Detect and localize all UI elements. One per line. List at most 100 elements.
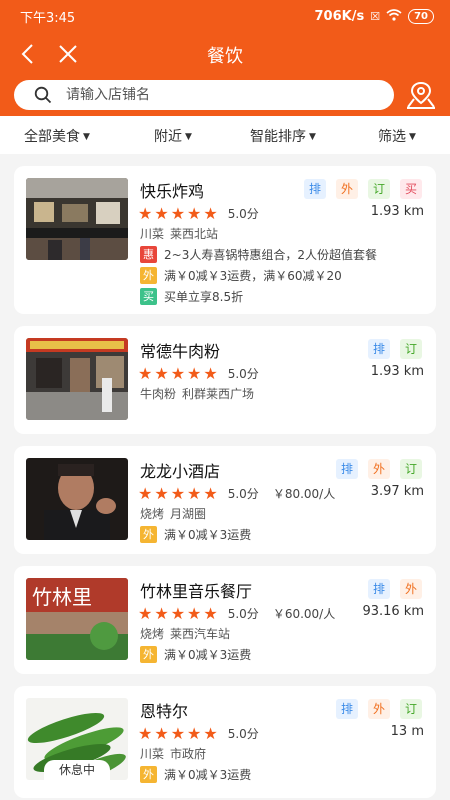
promo-badge: 买 bbox=[140, 288, 157, 305]
promo-row: 外 满￥0减￥3运费，满￥60减￥20 bbox=[140, 267, 342, 284]
shop-card[interactable]: 龙龙小酒店 排 外 订 ★★★★★ 5.0分 ￥80.00/人 3.97 km … bbox=[14, 446, 436, 554]
shop-name: 常德牛肉粉 bbox=[140, 342, 221, 361]
tag-queue: 排 bbox=[336, 699, 358, 719]
filter-label: 筛选 bbox=[378, 129, 406, 145]
search-input[interactable] bbox=[66, 87, 366, 103]
service-tags: 排 外 订 买 bbox=[304, 179, 422, 199]
tag-reserve: 订 bbox=[400, 699, 422, 719]
star-rating: ★★★★★ bbox=[138, 483, 220, 503]
promo-badge: 外 bbox=[140, 267, 157, 284]
battery-icon: 70 bbox=[408, 8, 434, 24]
promo-text: 满￥0减￥3运费 bbox=[164, 648, 252, 662]
tag-queue: 排 bbox=[368, 579, 390, 599]
filter-label: 附近 bbox=[154, 129, 182, 145]
filter-sort[interactable]: 智能排序 ▼ bbox=[250, 126, 316, 146]
distance: 3.97 km bbox=[370, 484, 424, 499]
shop-image: 竹林里 bbox=[26, 578, 128, 660]
tag-delivery: 外 bbox=[336, 179, 358, 199]
promo-badge: 外 bbox=[140, 766, 157, 783]
caret-down-icon: ▼ bbox=[185, 132, 192, 142]
shop-image bbox=[26, 458, 128, 540]
distance: 13 m bbox=[390, 724, 424, 739]
search-box[interactable] bbox=[14, 80, 394, 110]
filter-label: 全部美食 bbox=[24, 129, 80, 145]
tag-delivery: 外 bbox=[368, 699, 390, 719]
service-tags: 排 外 订 bbox=[336, 459, 422, 479]
service-tags: 排 外 订 bbox=[336, 699, 422, 719]
page-title: 餐饮 bbox=[207, 46, 243, 67]
star-rating: ★★★★★ bbox=[138, 723, 220, 743]
caret-down-icon: ▼ bbox=[409, 132, 416, 142]
star-rating: ★★★★★ bbox=[138, 203, 220, 223]
shop-area: 利群莱西广场 bbox=[182, 387, 255, 401]
rating-row: ★★★★★ 5.0分 bbox=[138, 203, 259, 223]
rating-score: 5.0分 bbox=[227, 606, 259, 621]
distance: 1.93 km bbox=[370, 364, 424, 379]
average-price: ￥80.00/人 bbox=[272, 486, 336, 501]
rating-row: ★★★★★ 5.0分 ￥80.00/人 bbox=[138, 483, 336, 503]
shop-category: 川菜 bbox=[140, 227, 165, 241]
wifi-icon bbox=[386, 8, 402, 24]
search-icon bbox=[34, 86, 52, 104]
shop-image bbox=[26, 338, 128, 420]
status-time: 下午3:45 bbox=[20, 10, 76, 26]
filter-nearby[interactable]: 附近 ▼ bbox=[154, 126, 192, 146]
shop-meta: 川菜 市政府 bbox=[140, 745, 206, 762]
shop-card[interactable]: 快乐炸鸡 排 外 订 买 ★★★★★ 5.0分 1.93 km 川菜 莱西北站 惠… bbox=[14, 166, 436, 314]
rating-score: 5.0分 bbox=[227, 486, 259, 501]
shop-card[interactable]: 常德牛肉粉 排 订 ★★★★★ 5.0分 1.93 km 牛肉粉 利群莱西广场 bbox=[14, 326, 436, 434]
shop-meta: 烧烤 月湖圈 bbox=[140, 505, 206, 522]
status-badge: 休息中 bbox=[44, 760, 110, 780]
star-rating: ★★★★★ bbox=[138, 603, 220, 623]
promo-text: 买单立享8.5折 bbox=[164, 290, 244, 304]
filter-screen[interactable]: 筛选 ▼ bbox=[378, 126, 416, 146]
promo-text: 2~3人寿喜锅特惠组合，2人份超值套餐 bbox=[164, 248, 377, 262]
status-bar: 下午3:45 706K/s ☒ 70 bbox=[0, 0, 450, 32]
tag-reserve: 订 bbox=[400, 339, 422, 359]
service-tags: 排 外 bbox=[368, 579, 422, 599]
tag-reserve: 订 bbox=[400, 459, 422, 479]
promo-row: 外 满￥0减￥3运费 bbox=[140, 646, 251, 663]
shop-image: 休息中 bbox=[26, 698, 128, 780]
caret-down-icon: ▼ bbox=[309, 132, 316, 142]
rating-score: 5.0分 bbox=[227, 726, 259, 741]
shop-name: 龙龙小酒店 bbox=[140, 462, 221, 481]
distance: 93.16 km bbox=[362, 604, 424, 619]
shop-name: 竹林里音乐餐厅 bbox=[140, 582, 253, 601]
shop-area: 月湖圈 bbox=[170, 507, 207, 521]
map-location-icon[interactable] bbox=[404, 80, 438, 112]
shop-category: 牛肉粉 bbox=[140, 387, 177, 401]
rating-score: 5.0分 bbox=[227, 366, 259, 381]
rating-row: ★★★★★ 5.0分 bbox=[138, 723, 259, 743]
promo-row: 外 满￥0减￥3运费 bbox=[140, 766, 251, 783]
rating-row: ★★★★★ 5.0分 ￥60.00/人 bbox=[138, 603, 335, 623]
tag-delivery: 外 bbox=[368, 459, 390, 479]
shop-card[interactable]: 竹林里 竹林里音乐餐厅 排 外 ★★★★★ 5.0分 ￥60.00/人 93.1… bbox=[14, 566, 436, 674]
promo-badge: 外 bbox=[140, 646, 157, 663]
shop-area: 莱西北站 bbox=[170, 227, 219, 241]
tag-pay: 买 bbox=[400, 179, 422, 199]
promo-badge: 外 bbox=[140, 526, 157, 543]
star-rating: ★★★★★ bbox=[138, 363, 220, 383]
shop-area: 市政府 bbox=[170, 747, 207, 761]
svg-text:竹林里: 竹林里 bbox=[32, 585, 92, 609]
status-indicators: 706K/s ☒ 70 bbox=[314, 8, 434, 24]
promo-row: 买 买单立享8.5折 bbox=[140, 288, 243, 305]
promo-row: 外 满￥0减￥3运费 bbox=[140, 526, 251, 543]
shop-category: 川菜 bbox=[140, 747, 165, 761]
shop-image bbox=[26, 178, 128, 260]
nav-bar: 餐饮 bbox=[0, 32, 450, 78]
caret-down-icon: ▼ bbox=[83, 132, 90, 142]
tag-reserve: 订 bbox=[368, 179, 390, 199]
rating-row: ★★★★★ 5.0分 bbox=[138, 363, 259, 383]
sim-icon: ☒ bbox=[370, 9, 381, 23]
promo-text: 满￥0减￥3运费 bbox=[164, 528, 252, 542]
shop-card[interactable]: 休息中 恩特尔 排 外 订 ★★★★★ 5.0分 13 m 川菜 市政府 外 满￥… bbox=[14, 686, 436, 798]
search-area bbox=[0, 78, 450, 116]
shop-area: 莱西汽车站 bbox=[170, 627, 231, 641]
filter-category[interactable]: 全部美食 ▼ bbox=[24, 126, 90, 146]
network-speed: 706K/s bbox=[314, 8, 365, 24]
tag-queue: 排 bbox=[368, 339, 390, 359]
tag-queue: 排 bbox=[304, 179, 326, 199]
filter-label: 智能排序 bbox=[250, 129, 306, 145]
